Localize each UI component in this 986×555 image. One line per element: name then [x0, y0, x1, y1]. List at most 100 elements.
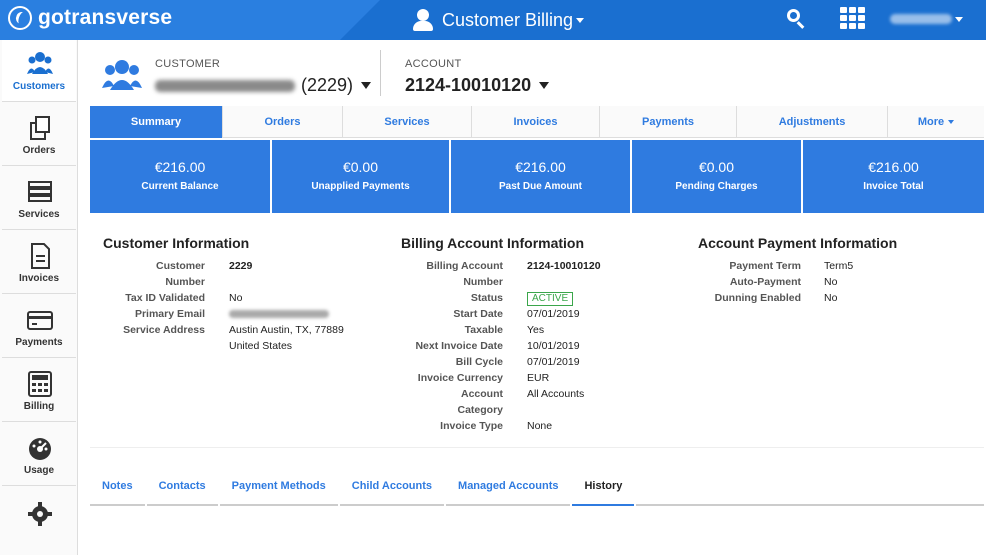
account-selector[interactable]: 2124-10010120 — [405, 75, 550, 96]
field-label: Status — [470, 292, 503, 304]
invoice-currency-value: EUR — [527, 372, 550, 384]
invoice-type-value: None — [527, 420, 553, 432]
summary-label: Invoice Total — [863, 181, 924, 192]
field-label: Service Address — [123, 324, 205, 336]
summary-label: Past Due Amount — [499, 181, 582, 192]
next-invoice-date-value: 10/01/2019 — [527, 340, 580, 352]
logo-text: gotransverse — [38, 6, 173, 29]
tab-managed-accounts[interactable]: Managed Accounts — [446, 476, 571, 506]
nav-item-usage[interactable]: Usage — [2, 424, 76, 486]
account-category-value: All Accounts — [527, 388, 585, 400]
account-label: ACCOUNT — [405, 58, 462, 70]
chevron-down-icon — [361, 82, 372, 89]
payment-info-title: Account Payment Information — [698, 235, 898, 251]
field-label: Start Date — [453, 308, 503, 320]
field-label: Payment Term — [729, 260, 801, 272]
field-label: Auto-Payment — [729, 276, 801, 288]
summary-amount: €0.00 — [698, 159, 735, 175]
tab-invoices[interactable]: Invoices — [472, 106, 600, 138]
status-badge-text: ACTIVE — [527, 292, 574, 306]
nav-label: Customers — [12, 81, 66, 92]
nav-item-invoices[interactable]: Invoices — [2, 232, 76, 294]
customer-label: CUSTOMER — [155, 58, 221, 70]
service-address-value: Austin Austin, TX, 77889 United States — [229, 324, 344, 352]
tab-orders[interactable]: Orders — [223, 106, 343, 138]
divider — [90, 447, 984, 448]
summary-amount: €0.00 — [342, 159, 379, 175]
tab-label: Orders — [264, 116, 301, 128]
status-badge: ACTIVE — [527, 290, 574, 306]
app-switcher[interactable]: Customer Billing — [412, 6, 585, 34]
tab-child-accounts[interactable]: Child Accounts — [339, 476, 445, 506]
tab-contacts[interactable]: Contacts — [146, 476, 218, 506]
divider — [380, 50, 381, 96]
grid-icon[interactable] — [840, 7, 866, 29]
tab-services[interactable]: Services — [343, 106, 472, 138]
summary-past-due: €216.00 Past Due Amount — [451, 140, 632, 213]
summary-label: Pending Charges — [675, 181, 758, 192]
auto-payment-value: No — [824, 276, 838, 288]
billing-account-value: 2124-10010120 — [527, 260, 601, 272]
nav-item-customers[interactable]: Customers — [2, 40, 76, 102]
nav-item-orders[interactable]: Orders — [2, 104, 76, 166]
orders-icon — [27, 114, 53, 142]
field-label: Invoice Type — [440, 420, 503, 432]
nav-item-payments[interactable]: Payments — [2, 296, 76, 358]
tab-payments[interactable]: Payments — [600, 106, 737, 138]
left-nav: Customers Orders Services Invoices Payme… — [0, 40, 78, 555]
services-icon — [27, 178, 53, 206]
summary-panel: €216.00 Current Balance €0.00 Unapplied … — [90, 140, 984, 213]
summary-label: Current Balance — [141, 181, 219, 192]
primary-email-value[interactable] — [229, 306, 329, 322]
detail-tabs: Notes Contacts Payment Methods Child Acc… — [90, 476, 984, 506]
billing-icon — [27, 370, 53, 398]
summary-unapplied-payments: €0.00 Unapplied Payments — [272, 140, 451, 213]
customer-name-redacted — [155, 79, 295, 92]
account-tabs: Summary Orders Services Invoices Payment… — [90, 106, 984, 138]
tab-more[interactable]: More — [888, 106, 984, 138]
tab-label: Services — [384, 116, 430, 128]
tab-notes[interactable]: Notes — [90, 476, 145, 506]
user-name-redacted — [890, 14, 952, 24]
field-label: Invoice Currency — [417, 372, 503, 384]
person-icon — [412, 8, 434, 32]
user-menu[interactable] — [890, 11, 963, 27]
tab-label: Summary — [130, 116, 182, 128]
customer-selector[interactable]: (2229) — [155, 75, 372, 96]
customer-id: (2229) — [301, 75, 354, 95]
summary-invoice-total: €216.00 Invoice Total — [803, 140, 984, 213]
logo[interactable]: gotransverse — [8, 6, 172, 30]
field-label: Primary Email — [134, 308, 205, 320]
chevron-down-icon — [576, 17, 585, 23]
bill-cycle-value: 07/01/2019 — [527, 356, 580, 368]
nav-item-services[interactable]: Services — [2, 168, 76, 230]
start-date-value: 07/01/2019 — [527, 308, 580, 320]
billing-info-title: Billing Account Information — [401, 235, 585, 251]
customers-icon — [27, 50, 53, 78]
customers-icon — [102, 58, 142, 92]
summary-amount: €216.00 — [515, 159, 566, 175]
nav-label: Invoices — [18, 273, 60, 284]
settings-icon — [27, 500, 53, 528]
field-label: Billing Account Number — [426, 260, 503, 288]
tab-history[interactable]: History — [572, 476, 635, 506]
taxable-value: Yes — [527, 324, 545, 336]
chevron-down-icon — [948, 120, 955, 124]
tab-payment-methods[interactable]: Payment Methods — [219, 476, 338, 506]
summary-label: Unapplied Payments — [311, 181, 410, 192]
search-icon[interactable] — [786, 8, 808, 30]
email-redacted — [229, 310, 329, 319]
field-label: Tax ID Validated — [125, 292, 205, 304]
chevron-down-icon — [955, 16, 963, 22]
payment-term-value: Term5 — [824, 260, 854, 272]
nav-item-billing[interactable]: Billing — [2, 360, 76, 422]
tab-adjustments[interactable]: Adjustments — [737, 106, 888, 138]
customer-info-title: Customer Information — [103, 235, 250, 251]
nav-label: Orders — [22, 145, 56, 156]
tab-label: Invoices — [513, 116, 558, 128]
summary-amount: €216.00 — [868, 159, 919, 175]
tab-summary[interactable]: Summary — [90, 106, 223, 138]
payments-icon — [27, 306, 53, 334]
top-bar: gotransverse Customer Billing — [0, 0, 986, 40]
nav-item-settings[interactable] — [2, 488, 76, 550]
